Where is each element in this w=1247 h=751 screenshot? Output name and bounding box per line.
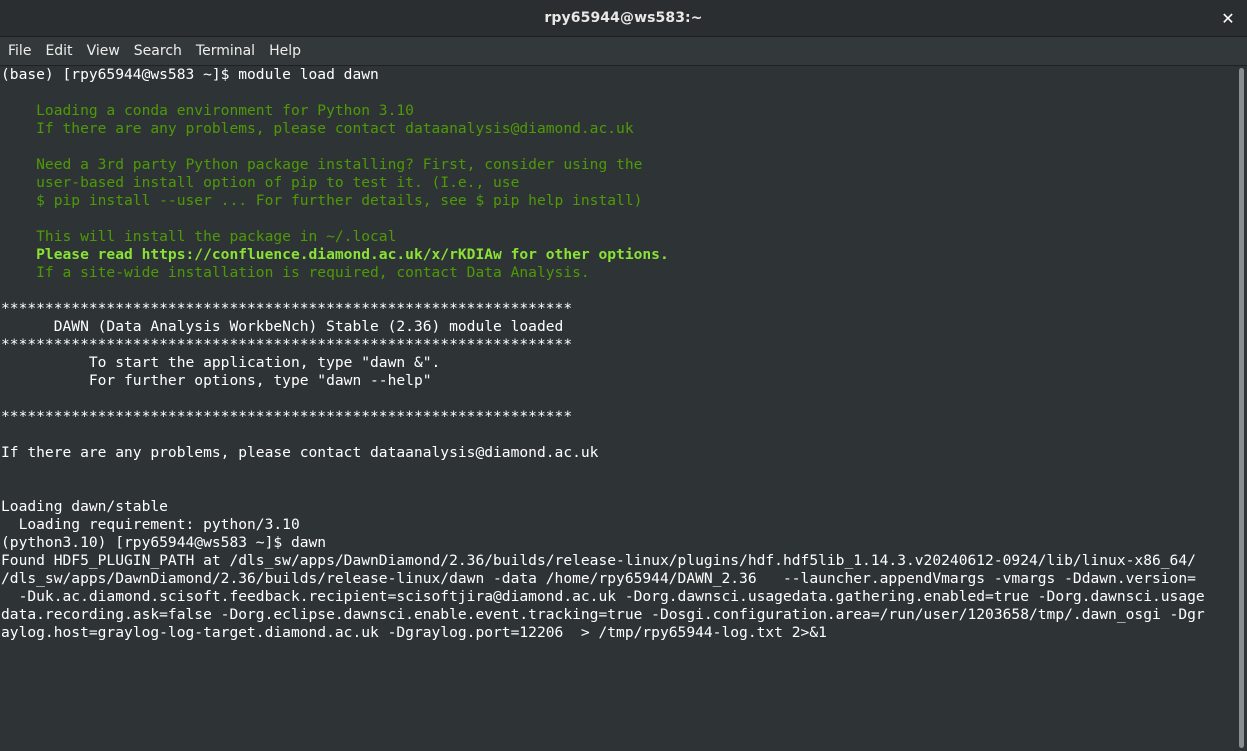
terminal-line: (base) [rpy65944@ws583 ~]$ module load d…: [1, 66, 379, 83]
terminal-line: -Duk.ac.diamond.scisoft.feedback.recipie…: [1, 588, 1205, 605]
menu-help[interactable]: Help: [262, 37, 308, 65]
menu-file[interactable]: File: [0, 37, 38, 65]
terminal-line: Found HDF5_PLUGIN_PATH at /dls_sw/apps/D…: [1, 552, 1196, 569]
terminal-line: Need a 3rd party Python package installi…: [1, 156, 643, 173]
terminal-line: ****************************************…: [1, 336, 573, 353]
terminal-line: (python3.10) [rpy65944@ws583 ~]$ dawn: [1, 534, 327, 551]
terminal-line: /dls_sw/apps/DawnDiamond/2.36/builds/rel…: [1, 570, 1196, 587]
close-icon[interactable]: ✕: [1217, 7, 1239, 29]
terminal-line: If a site-wide installation is required,…: [1, 264, 590, 281]
terminal-line: If there are any problems, please contac…: [1, 444, 599, 461]
terminal-line: aylog.host=graylog-log-target.diamond.ac…: [1, 624, 827, 641]
terminal-line: $ pip install --user ... For further det…: [1, 192, 643, 209]
terminal-window: rpy65944@ws583:~ ✕ File Edit View Search…: [0, 0, 1247, 751]
terminal-line: ****************************************…: [1, 300, 573, 317]
terminal-output[interactable]: (base) [rpy65944@ws583 ~]$ module load d…: [0, 66, 1236, 751]
terminal-line: DAWN (Data Analysis WorkbeNch) Stable (2…: [1, 318, 564, 335]
terminal-line: user-based install option of pip to test…: [1, 174, 520, 191]
terminal-line: ****************************************…: [1, 408, 573, 425]
menu-terminal[interactable]: Terminal: [189, 37, 262, 65]
scrollbar-thumb[interactable]: [1239, 68, 1244, 748]
title-bar[interactable]: rpy65944@ws583:~ ✕: [0, 0, 1247, 37]
menu-view[interactable]: View: [80, 37, 127, 65]
terminal-line: If there are any problems, please contac…: [1, 120, 634, 137]
menu-search[interactable]: Search: [127, 37, 189, 65]
terminal-line: Loading dawn/stable: [1, 498, 168, 515]
terminal-line: Loading a conda environment for Python 3…: [1, 102, 414, 119]
terminal-line: Please read https://confluence.diamond.a…: [1, 246, 669, 263]
scrollbar[interactable]: [1236, 66, 1247, 751]
terminal-line: To start the application, type "dawn &".: [1, 354, 441, 371]
terminal-line: data.recording.ask=false -Dorg.eclipse.d…: [1, 606, 1205, 623]
terminal-line: This will install the package in ~/.loca…: [1, 228, 397, 245]
menu-edit[interactable]: Edit: [38, 37, 79, 65]
window-title: rpy65944@ws583:~: [544, 10, 703, 26]
terminal-line: For further options, type "dawn --help": [1, 372, 432, 389]
terminal-line: Loading requirement: python/3.10: [1, 516, 300, 533]
menu-bar: File Edit View Search Terminal Help: [0, 37, 1247, 66]
